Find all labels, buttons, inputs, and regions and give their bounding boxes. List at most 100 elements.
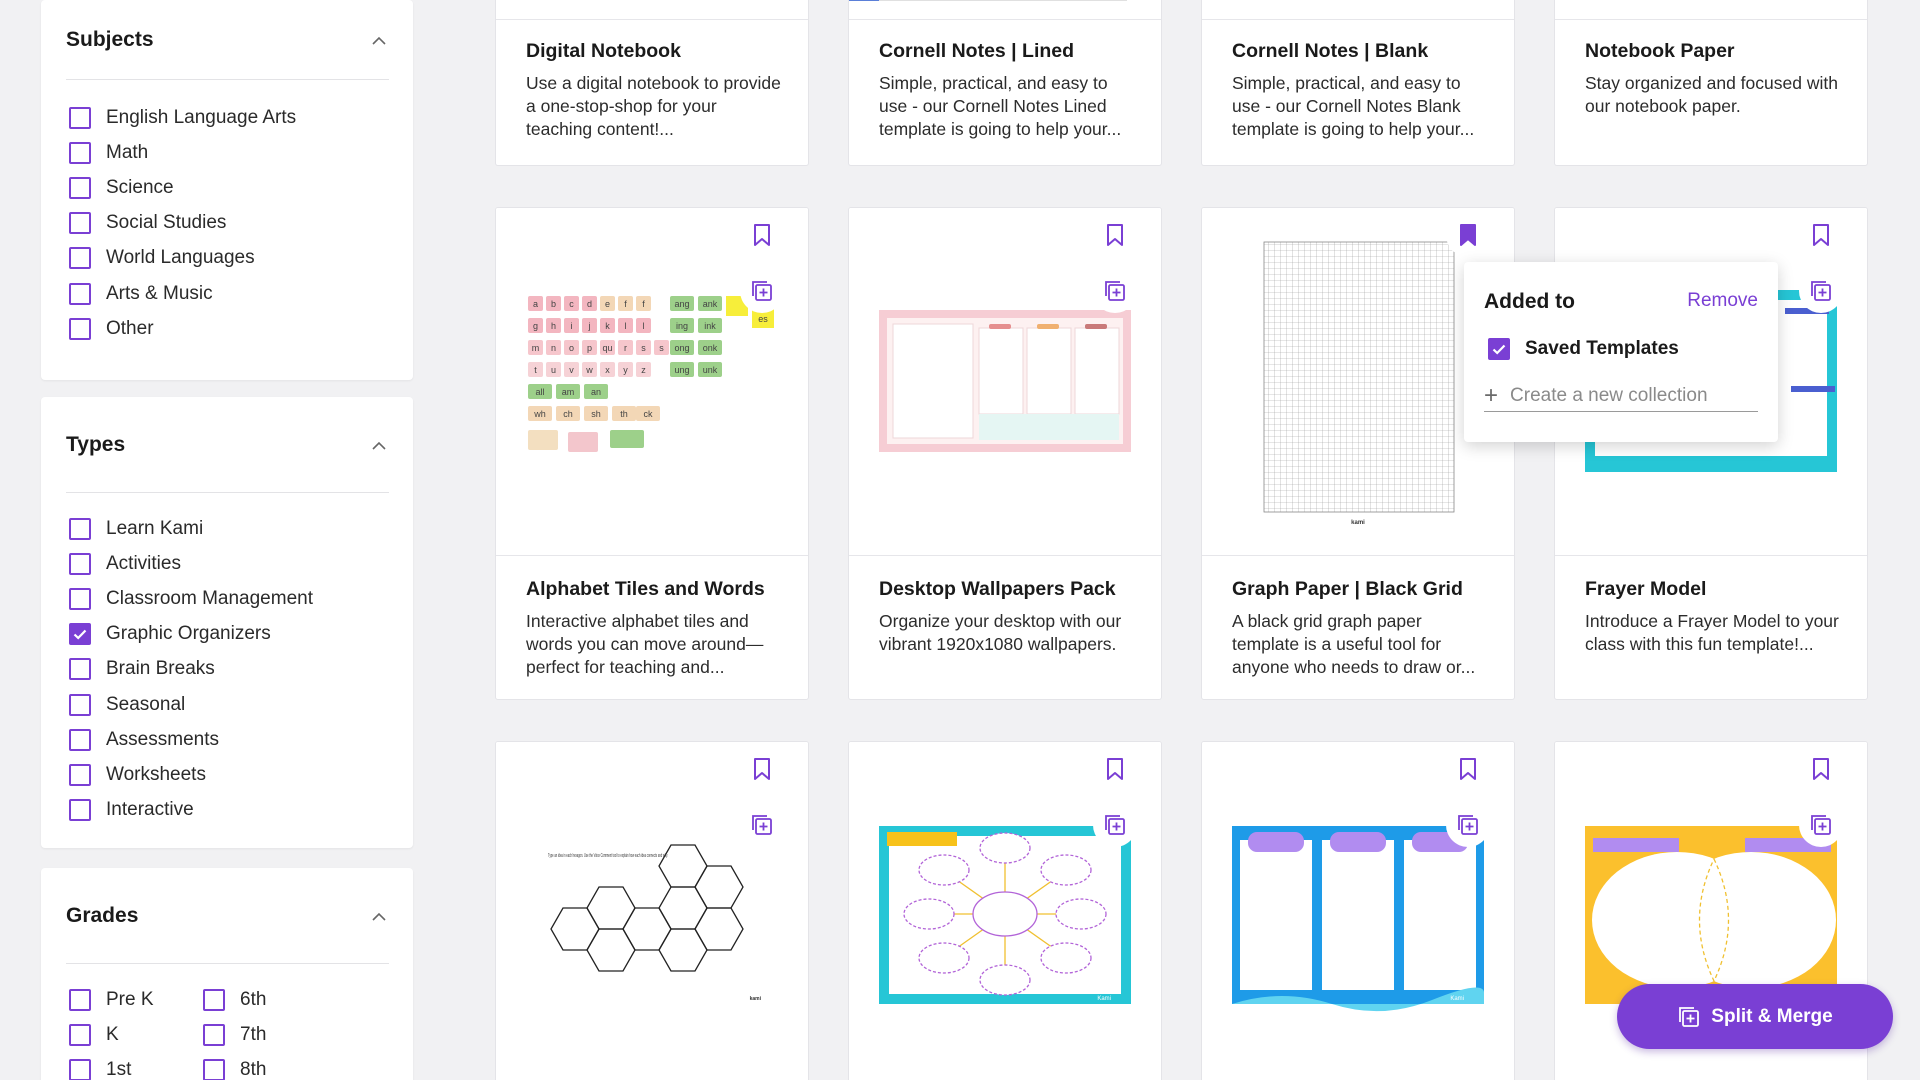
grade-1st[interactable]: 1st — [41, 1052, 203, 1080]
checkbox[interactable] — [203, 1058, 225, 1080]
checkbox[interactable] — [69, 587, 91, 610]
template-card[interactable]: Type an idea in each hexagon. Use the Vo… — [495, 741, 809, 1080]
type-graphic-organizers[interactable]: Graphic Organizers — [41, 617, 413, 652]
subjects-header[interactable]: Subjects — [41, 0, 413, 80]
checkbox-checked[interactable] — [69, 623, 91, 646]
subject-science[interactable]: Science — [41, 170, 413, 205]
bookmark-button[interactable] — [740, 213, 784, 257]
add-to-class-button[interactable] — [1093, 803, 1137, 847]
checkbox[interactable] — [69, 1023, 91, 1046]
template-card[interactable]: Digital Notebook Use a digital notebook t… — [495, 0, 809, 166]
remove-link[interactable]: Remove — [1687, 290, 1758, 312]
card-title: Alphabet Tiles and Words — [526, 578, 765, 600]
checkbox[interactable] — [69, 988, 91, 1011]
template-card[interactable]: Desktop Wallpapers Pack Organize your des… — [848, 207, 1162, 700]
template-card[interactable]: Notebook Paper Stay organized and focused… — [1554, 0, 1868, 166]
checkbox[interactable] — [69, 763, 91, 786]
grade-k[interactable]: K — [41, 1017, 203, 1052]
type-assessments[interactable]: Assessments — [41, 722, 413, 757]
type-learn-kami[interactable]: Learn Kami — [41, 511, 413, 546]
checkbox[interactable] — [69, 1058, 91, 1080]
bookmark-button[interactable] — [1093, 213, 1137, 257]
bookmark-button[interactable] — [1799, 213, 1843, 257]
svg-text:v: v — [569, 365, 574, 375]
bookmark-filled-button[interactable] — [1446, 213, 1490, 257]
template-card[interactable]: Kami — [1201, 741, 1515, 1080]
thumbnail: Kami — [1202, 742, 1514, 1080]
add-to-class-button[interactable] — [1799, 803, 1843, 847]
bookmark-button[interactable] — [1093, 747, 1137, 791]
checkbox-checked[interactable] — [1488, 338, 1510, 360]
checkbox[interactable] — [69, 317, 91, 340]
checkbox[interactable] — [203, 988, 225, 1011]
checkbox[interactable] — [69, 106, 91, 129]
bookmark-button[interactable] — [740, 747, 784, 791]
kami-logo-text: Kami — [1450, 996, 1464, 1002]
template-card[interactable]: Kami — [848, 741, 1162, 1080]
grade-8th[interactable]: 8th — [203, 1052, 383, 1080]
types-list: Learn Kami Activities Classroom Manageme… — [41, 493, 413, 828]
bookmark-button[interactable] — [1799, 747, 1843, 791]
type-brain-breaks[interactable]: Brain Breaks — [41, 652, 413, 687]
checkbox[interactable] — [69, 212, 91, 235]
grade-pre-k[interactable]: Pre K — [41, 982, 203, 1017]
svg-text:an: an — [591, 387, 601, 397]
svg-text:am: am — [562, 387, 575, 397]
add-copy-icon — [752, 281, 772, 301]
checkbox[interactable] — [203, 1023, 225, 1046]
checkbox[interactable] — [69, 247, 91, 270]
add-to-class-button[interactable] — [1093, 269, 1137, 313]
add-to-class-button[interactable] — [740, 269, 784, 313]
checkbox[interactable] — [69, 552, 91, 575]
checkbox[interactable] — [69, 728, 91, 751]
subject-math[interactable]: Math — [41, 135, 413, 170]
chevron-up-icon[interactable] — [369, 906, 389, 926]
type-activities[interactable]: Activities — [41, 546, 413, 581]
bubble-map-thumbnail: Kami — [879, 826, 1131, 1004]
checkbox[interactable] — [69, 693, 91, 716]
subject-world-languages[interactable]: World Languages — [41, 241, 413, 276]
svg-text:es: es — [758, 314, 768, 324]
template-card[interactable]: Cornell Notes | Blank Simple, practical, … — [1201, 0, 1515, 166]
type-worksheets[interactable]: Worksheets — [41, 757, 413, 792]
subject-social-studies[interactable]: Social Studies — [41, 206, 413, 241]
checkbox[interactable] — [69, 658, 91, 681]
template-card[interactable]: abcdeff ghijkll m n o p qu r s s tuvwxyz all am a… — [495, 207, 809, 700]
grades-list: Pre K 6th K 7th 1st 8th — [41, 964, 413, 1080]
grade-6th[interactable]: 6th — [203, 982, 383, 1017]
subject-ela[interactable]: English Language Arts — [41, 100, 413, 135]
checkbox[interactable] — [69, 799, 91, 822]
divider — [66, 492, 389, 493]
checkbox[interactable] — [69, 282, 91, 305]
saved-templates-option[interactable]: Saved Templates — [1488, 338, 1679, 360]
subject-other[interactable]: Other — [41, 311, 413, 346]
type-classroom-management[interactable]: Classroom Management — [41, 581, 413, 616]
add-to-class-button[interactable] — [1446, 803, 1490, 847]
template-card[interactable]: Cornell Notes | Lined Simple, practical, … — [848, 0, 1162, 166]
chevron-up-icon[interactable] — [369, 435, 389, 455]
kami-logo-text: kami — [1351, 520, 1365, 526]
bookmark-icon — [754, 758, 770, 780]
checkbox[interactable] — [69, 176, 91, 199]
type-seasonal[interactable]: Seasonal — [41, 687, 413, 722]
type-interactive[interactable]: Interactive — [41, 793, 413, 828]
subject-arts-music[interactable]: Arts & Music — [41, 276, 413, 311]
svg-text:k: k — [605, 321, 610, 331]
chevron-up-icon[interactable] — [369, 30, 389, 50]
checkbox[interactable] — [69, 141, 91, 164]
add-to-class-button[interactable] — [740, 803, 784, 847]
types-header[interactable]: Types — [41, 397, 413, 493]
svg-text:p: p — [587, 343, 592, 353]
grade-7th[interactable]: 7th — [203, 1017, 383, 1052]
add-to-class-button[interactable] — [1799, 269, 1843, 313]
kami-logo-text: Kami — [1097, 996, 1111, 1002]
grades-title: Grades — [66, 904, 139, 927]
svg-text:ong: ong — [674, 343, 689, 353]
plus-icon: + — [1484, 381, 1499, 409]
grades-header[interactable]: Grades — [41, 868, 413, 964]
card-title: Digital Notebook — [526, 40, 681, 62]
checkbox[interactable] — [69, 517, 91, 540]
create-collection-input[interactable]: + Create a new collection — [1484, 380, 1758, 412]
split-merge-button[interactable]: Split & Merge — [1617, 984, 1893, 1049]
bookmark-button[interactable] — [1446, 747, 1490, 791]
